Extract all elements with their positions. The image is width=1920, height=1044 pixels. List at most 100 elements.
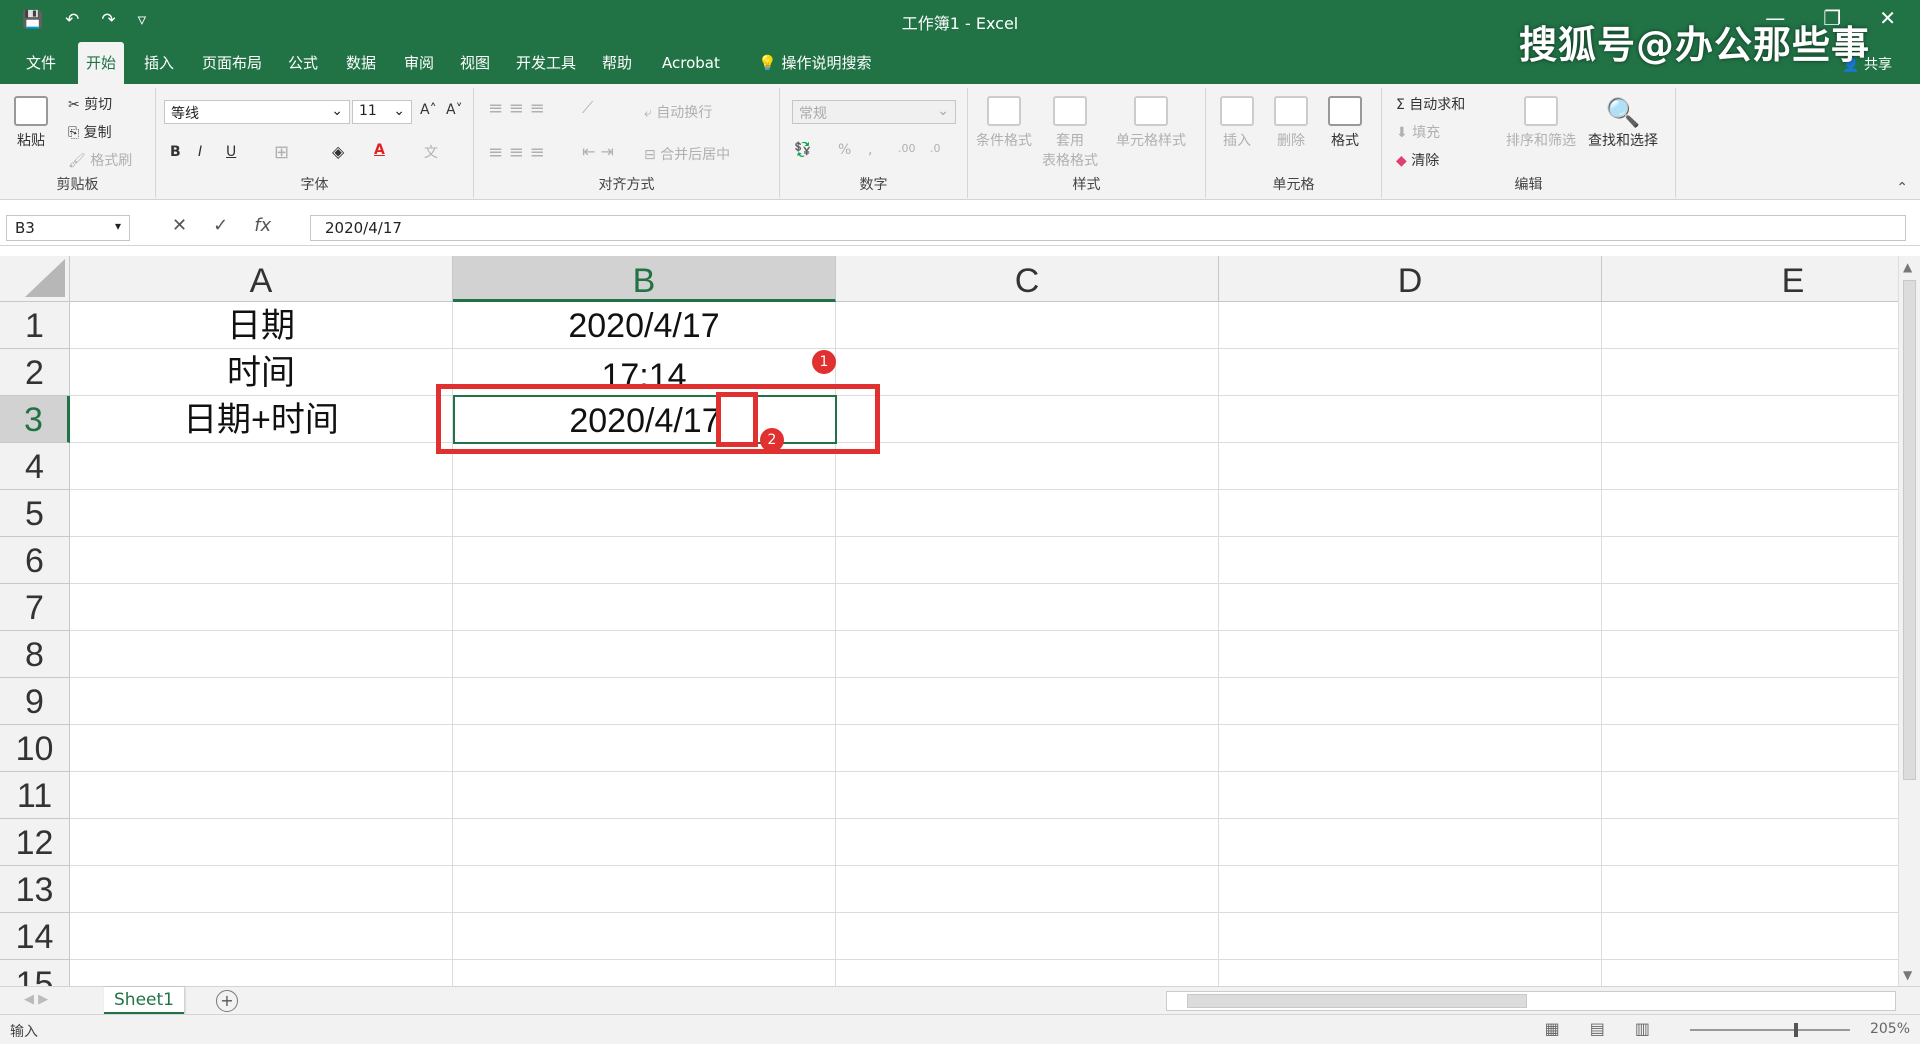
clear-button[interactable]: ◆ 清除 — [1396, 150, 1439, 170]
format-cells-button[interactable]: 格式 — [1328, 96, 1362, 150]
cell-styles-icon — [1134, 96, 1168, 126]
sort-filter-button[interactable]: 排序和筛选 — [1506, 96, 1576, 150]
format-painter-button[interactable]: 🖌 格式刷 — [68, 150, 132, 170]
tab-review[interactable]: 审阅 — [396, 42, 442, 84]
grow-font-button[interactable]: A˄ — [420, 102, 437, 118]
borders-icon[interactable]: ⊞ — [274, 142, 289, 163]
page-break-view-icon[interactable]: ▥ — [1635, 1019, 1650, 1038]
align-top-icon[interactable]: ≡ ≡ ≡ — [488, 98, 545, 119]
align-left-icon[interactable]: ≡ ≡ ≡ — [488, 142, 545, 163]
close-icon[interactable]: ✕ — [1879, 6, 1896, 30]
tab-file[interactable]: 文件 — [18, 42, 64, 84]
tab-formulas[interactable]: 公式 — [280, 42, 326, 84]
font-color-button[interactable]: A — [374, 142, 385, 158]
fill-button[interactable]: ⬇ 填充 — [1396, 122, 1440, 142]
shrink-font-button[interactable]: A˅ — [446, 102, 463, 118]
horizontal-scroll-thumb[interactable] — [1187, 994, 1527, 1008]
row-header-15[interactable]: 15 — [0, 960, 70, 986]
horizontal-scrollbar[interactable] — [1166, 991, 1896, 1011]
insert-function-icon[interactable]: fx — [254, 215, 271, 236]
column-header-b[interactable]: B — [453, 256, 836, 302]
delete-cells-button[interactable]: 删除 — [1274, 96, 1308, 150]
add-sheet-button[interactable]: + — [216, 990, 238, 1012]
zoom-level[interactable]: 205% — [1870, 1021, 1910, 1037]
number-format-select[interactable]: 常规 ⌄ — [792, 100, 956, 124]
tab-view[interactable]: 视图 — [452, 42, 498, 84]
orientation-icon[interactable]: ⟋ — [582, 98, 593, 118]
increase-decimal-button[interactable]: .00 — [898, 142, 916, 155]
indent-icon[interactable]: ⇤ ⇥ — [582, 142, 614, 161]
underline-button[interactable]: U — [226, 144, 236, 160]
tab-page-layout[interactable]: 页面布局 — [194, 42, 270, 84]
insert-cells-button[interactable]: 插入 — [1220, 96, 1254, 150]
cell-a3[interactable]: 日期+时间 — [70, 396, 453, 443]
font-size-select[interactable]: 11 ⌄ — [352, 100, 412, 124]
wrap-text-button[interactable]: ⤶ 自动换行 — [644, 102, 712, 122]
sheet-tab-sheet1[interactable]: Sheet1 — [104, 987, 184, 1015]
conditional-format-button[interactable]: 条件格式 — [976, 96, 1032, 150]
column-header-a[interactable]: A — [70, 256, 453, 302]
column-header-e[interactable]: E — [1602, 256, 1898, 302]
find-select-button[interactable]: 🔍 查找和选择 — [1588, 96, 1658, 150]
row-header-13[interactable]: 13 — [0, 866, 70, 913]
scroll-down-icon[interactable]: ▼ — [1903, 968, 1912, 982]
formula-input[interactable]: 2020/4/17 — [310, 215, 1906, 241]
vertical-scrollbar[interactable]: ▲ ▼ — [1898, 256, 1920, 986]
bold-button[interactable]: B — [170, 144, 181, 160]
row-header-5[interactable]: 5 — [0, 490, 70, 537]
cut-button[interactable]: ✂ 剪切 — [68, 94, 112, 114]
comma-button[interactable]: , — [868, 142, 872, 158]
cell-b1[interactable]: 2020/4/17 — [453, 302, 836, 349]
cell-a2[interactable]: 时间 — [70, 349, 453, 396]
row-header-10[interactable]: 10 — [0, 725, 70, 772]
cancel-icon[interactable]: ✕ — [172, 215, 187, 236]
column-header-d[interactable]: D — [1219, 256, 1602, 302]
page-layout-view-icon[interactable]: ▤ — [1590, 1019, 1605, 1038]
tab-help[interactable]: 帮助 — [594, 42, 640, 84]
normal-view-icon[interactable]: ▦ — [1545, 1019, 1560, 1038]
row-header-9[interactable]: 9 — [0, 678, 70, 725]
row-header-8[interactable]: 8 — [0, 631, 70, 678]
row-header-3[interactable]: 3 — [0, 396, 70, 443]
brush-icon: 🖌 — [68, 153, 91, 169]
row-header-14[interactable]: 14 — [0, 913, 70, 960]
paste-button[interactable]: 粘贴 — [14, 96, 48, 150]
tab-developer[interactable]: 开发工具 — [508, 42, 584, 84]
cell-a1[interactable]: 日期 — [70, 302, 453, 349]
row-header-7[interactable]: 7 — [0, 584, 70, 631]
cells-group: 插入 删除 格式 单元格 — [1206, 88, 1382, 198]
row-header-1[interactable]: 1 — [0, 302, 70, 349]
row-header-6[interactable]: 6 — [0, 537, 70, 584]
tell-me-search[interactable]: 💡 操作说明搜索 — [750, 42, 879, 84]
copy-icon: ⎘ — [68, 125, 84, 141]
tab-home[interactable]: 开始 — [78, 42, 125, 84]
merge-center-button[interactable]: ⊟ 合并后居中 — [644, 144, 730, 164]
scroll-up-icon[interactable]: ▲ — [1903, 260, 1912, 274]
sheet-nav-arrows[interactable]: ◀ ▶ — [24, 992, 48, 1007]
currency-icon[interactable]: 💱 — [794, 142, 811, 158]
vertical-scroll-thumb[interactable] — [1903, 280, 1916, 780]
select-all-corner[interactable] — [0, 256, 70, 302]
format-as-table-button[interactable]: 套用 表格格式 — [1042, 96, 1098, 170]
row-header-2[interactable]: 2 — [0, 349, 70, 396]
decrease-decimal-button[interactable]: .0 — [930, 142, 941, 155]
fill-color-icon[interactable]: ◈ — [332, 142, 344, 161]
tab-acrobat[interactable]: Acrobat — [654, 42, 728, 84]
row-header-11[interactable]: 11 — [0, 772, 70, 819]
row-header-12[interactable]: 12 — [0, 819, 70, 866]
copy-button[interactable]: ⎘ 复制 — [68, 122, 112, 142]
autosum-button[interactable]: Σ 自动求和 — [1396, 94, 1465, 114]
font-name-select[interactable]: 等线 ⌄ — [164, 100, 350, 124]
cell-styles-button[interactable]: 单元格样式 — [1116, 96, 1186, 150]
phonetic-button[interactable]: 文 — [424, 142, 438, 162]
collapse-ribbon-icon[interactable]: ⌃ — [1896, 180, 1908, 196]
zoom-slider[interactable] — [1690, 1023, 1850, 1037]
tab-insert[interactable]: 插入 — [136, 42, 182, 84]
row-header-4[interactable]: 4 — [0, 443, 70, 490]
tab-data[interactable]: 数据 — [338, 42, 384, 84]
name-box[interactable]: B3 ▾ — [6, 215, 130, 241]
italic-button[interactable]: I — [198, 144, 202, 160]
enter-icon[interactable]: ✓ — [213, 215, 228, 236]
column-header-c[interactable]: C — [836, 256, 1219, 302]
percent-button[interactable]: % — [838, 142, 851, 158]
